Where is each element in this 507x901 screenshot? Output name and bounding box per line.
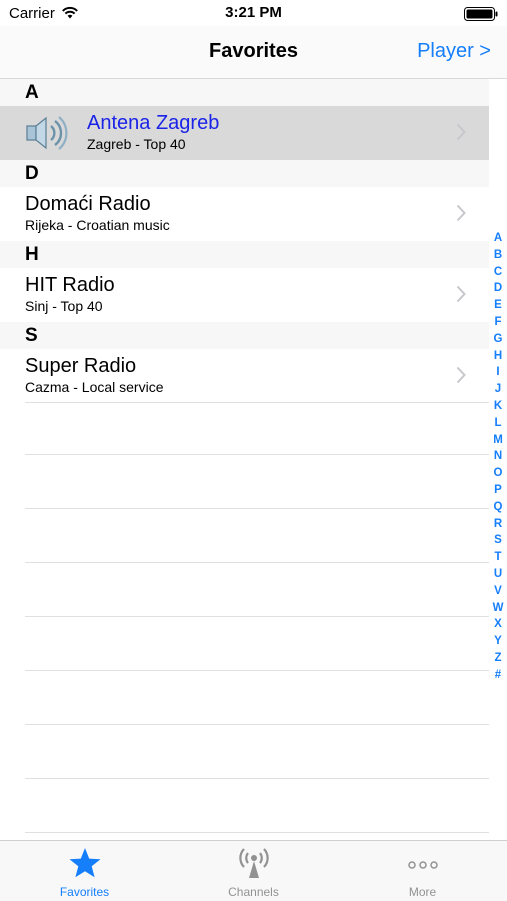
list-item[interactable]: Super Radio Cazma - Local service <box>0 349 489 403</box>
station-name: HIT Radio <box>25 274 115 296</box>
tab-favorites[interactable]: Favorites <box>0 841 169 901</box>
row-separator <box>25 670 489 671</box>
index-letter[interactable]: K <box>489 398 507 415</box>
row-separator <box>25 832 489 833</box>
more-dots-icon <box>407 861 438 869</box>
row-separator <box>25 562 489 563</box>
chevron-right-icon <box>456 123 466 141</box>
star-icon <box>69 848 100 878</box>
tab-label: Channels <box>228 885 279 899</box>
index-letter[interactable]: J <box>489 381 507 398</box>
index-letter[interactable]: Z <box>489 650 507 667</box>
chevron-right-icon <box>456 285 466 303</box>
tab-more[interactable]: More <box>338 841 507 901</box>
list-item[interactable]: Antena Zagreb Zagreb - Top 40 <box>0 106 489 160</box>
antenna-icon <box>238 848 269 878</box>
station-subtitle: Zagreb - Top 40 <box>87 136 186 152</box>
row-separator <box>25 402 489 403</box>
index-letter[interactable]: X <box>489 616 507 633</box>
list-item[interactable]: HIT Radio Sinj - Top 40 <box>0 268 489 322</box>
index-letter[interactable]: G <box>489 331 507 348</box>
station-subtitle: Cazma - Local service <box>25 379 164 395</box>
status-bar: Carrier 3:21 PM <box>0 0 507 26</box>
index-letter[interactable]: H <box>489 348 507 365</box>
navigation-bar: Favorites Player > <box>0 26 507 79</box>
index-letter[interactable]: C <box>489 264 507 281</box>
index-letter[interactable]: B <box>489 247 507 264</box>
index-letter[interactable]: A <box>489 230 507 247</box>
row-separator <box>25 616 489 617</box>
index-letter[interactable]: N <box>489 448 507 465</box>
section-header-a: A <box>0 79 489 106</box>
speaker-icon <box>26 116 68 150</box>
section-index[interactable]: A B C D E F G H I J K L M N O P Q R S T U V W X Y Z # <box>489 230 507 684</box>
row-separator <box>25 508 489 509</box>
favorites-list: A Antena Zagreb Zagreb - Top 40 D Domaći… <box>0 79 489 403</box>
index-letter[interactable]: D <box>489 280 507 297</box>
station-name: Domaći Radio <box>25 193 151 215</box>
index-letter[interactable]: E <box>489 297 507 314</box>
player-button[interactable]: Player > <box>417 40 491 63</box>
tab-label: More <box>408 885 437 899</box>
station-subtitle: Rijeka - Croatian music <box>25 217 170 233</box>
row-separator <box>25 778 489 779</box>
index-letter[interactable]: I <box>489 364 507 381</box>
station-name: Antena Zagreb <box>87 112 220 134</box>
index-letter[interactable]: S <box>489 532 507 549</box>
row-separator <box>25 454 489 455</box>
tab-channels[interactable]: Channels <box>169 841 338 901</box>
index-letter[interactable]: Y <box>489 633 507 650</box>
tab-bar: Favorites Channels More <box>0 840 507 901</box>
index-letter[interactable]: U <box>489 566 507 583</box>
index-letter[interactable]: M <box>489 432 507 449</box>
index-letter[interactable]: T <box>489 549 507 566</box>
index-letter[interactable]: P <box>489 482 507 499</box>
station-name: Super Radio <box>25 355 137 377</box>
index-letter[interactable]: W <box>489 600 507 617</box>
index-letter[interactable]: # <box>489 667 507 684</box>
station-subtitle: Sinj - Top 40 <box>25 298 103 314</box>
index-letter[interactable]: O <box>489 465 507 482</box>
section-header-h: H <box>0 241 489 268</box>
section-header-d: D <box>0 160 489 187</box>
list-item[interactable]: Domaći Radio Rijeka - Croatian music <box>0 187 489 241</box>
chevron-right-icon <box>456 366 466 384</box>
row-separator <box>25 724 489 725</box>
battery-icon <box>464 7 498 21</box>
section-header-s: S <box>0 322 489 349</box>
index-letter[interactable]: R <box>489 516 507 533</box>
index-letter[interactable]: Q <box>489 499 507 516</box>
index-letter[interactable]: V <box>489 583 507 600</box>
clock: 3:21 PM <box>225 4 282 21</box>
tab-label: Favorites <box>59 885 110 899</box>
index-letter[interactable]: F <box>489 314 507 331</box>
chevron-right-icon <box>456 204 466 222</box>
index-letter[interactable]: L <box>489 415 507 432</box>
